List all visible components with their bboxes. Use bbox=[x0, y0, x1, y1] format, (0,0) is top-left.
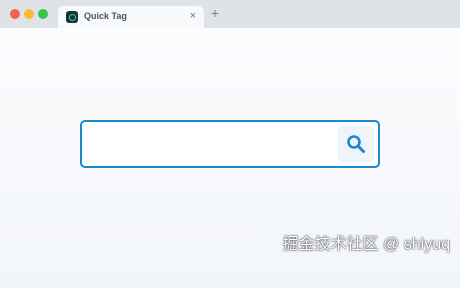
search-icon bbox=[347, 135, 365, 153]
watermark: 掘金技术社区 @ shiyuq bbox=[282, 236, 450, 253]
close-tab-icon[interactable]: × bbox=[190, 9, 196, 23]
maximize-window-button[interactable] bbox=[38, 9, 48, 19]
minimize-window-button[interactable] bbox=[24, 9, 34, 19]
search-input[interactable] bbox=[90, 128, 342, 162]
browser-tab[interactable]: Quick Tag × bbox=[58, 6, 204, 28]
quick-tag-logo-icon bbox=[66, 11, 78, 23]
close-window-button[interactable] bbox=[10, 9, 20, 19]
search-button[interactable] bbox=[338, 126, 374, 162]
search-box bbox=[80, 120, 380, 168]
new-tab-button[interactable]: + bbox=[211, 5, 219, 21]
tab-title: Quick Tag bbox=[84, 11, 127, 21]
browser-titlebar: Quick Tag × + bbox=[0, 0, 460, 28]
